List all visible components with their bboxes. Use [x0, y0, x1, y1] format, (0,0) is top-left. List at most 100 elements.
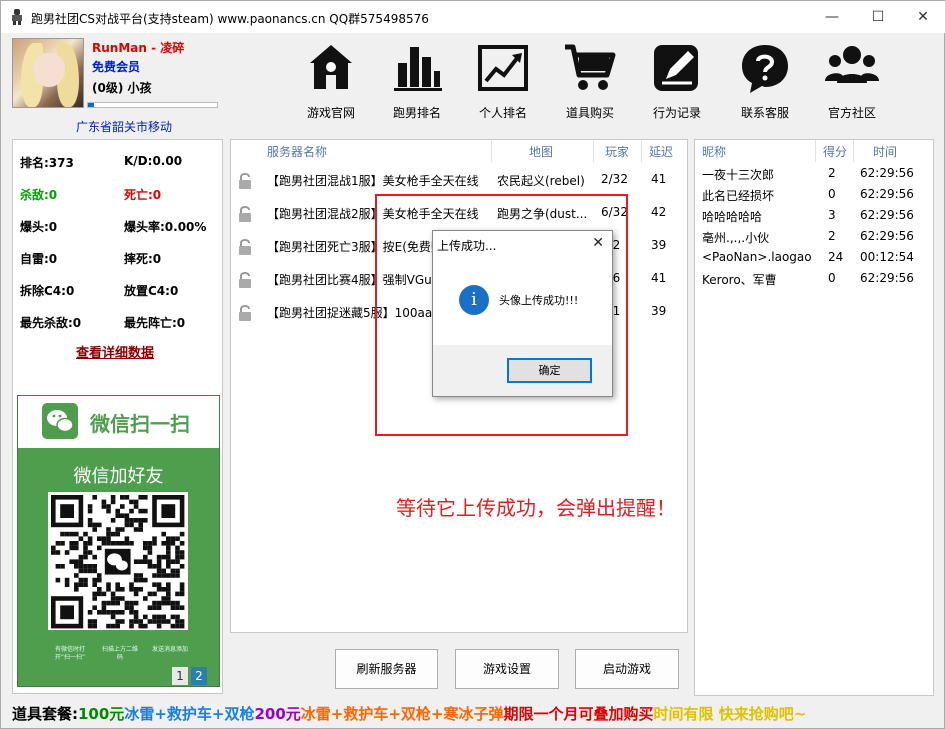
lock-icon — [239, 272, 251, 288]
player-nickname: <PaoNan>.laogao — [702, 250, 812, 264]
view-details-link[interactable]: 查看详细数据 — [76, 342, 154, 361]
stat-deaths: 死亡:0 — [124, 188, 162, 202]
dialog-ok-button[interactable]: 确定 — [507, 358, 592, 383]
server-name: 【跑男社团混战1服】美女枪手全天在线 — [267, 174, 479, 188]
player-nickname: 此名已经损坏 — [702, 189, 775, 203]
wechat-qr-card: 微信扫一扫 微信加好友 有微信时打开“扫一扫” 扫描上方二维码 发送消息添加 1… — [17, 395, 220, 687]
nav-label: 道具购买 — [565, 106, 614, 120]
info-icon: i — [459, 285, 489, 315]
app-icon — [12, 9, 22, 25]
dialog-close-button[interactable]: ✕ — [592, 235, 604, 251]
player-score: 0 — [828, 271, 836, 285]
close-button[interactable]: ✕ — [900, 1, 945, 33]
stat-kills: 杀敌:0 — [20, 188, 58, 202]
dialog-title: 上传成功... — [437, 239, 497, 253]
stat-rank: 排名:373 — [20, 156, 74, 170]
minimize-button[interactable]: — — [809, 1, 855, 33]
stats-panel: 排名:373 K/D:0.00 杀敌:0 死亡:0 爆头:0 爆头率:0.00%… — [12, 139, 223, 694]
nav-label: 跑男排名 — [392, 106, 441, 120]
player-score: 0 — [828, 187, 836, 201]
server-row[interactable]: 【跑男社团混战1服】美女枪手全天在线 农民起义(rebel) 2/32 41 — [231, 164, 687, 197]
player-score: 24 — [828, 250, 844, 264]
wechat-add-friend-label: 微信加好友 — [73, 466, 164, 487]
bar-chart-icon — [394, 47, 442, 91]
launch-game-button[interactable]: 启动游戏 — [575, 649, 679, 689]
promo-segment: 期限一个月可叠加购买 — [503, 705, 654, 723]
help-bubble-icon — [742, 45, 788, 93]
nav-item-shop[interactable]: 道具购买 — [550, 41, 630, 121]
nav-community[interactable]: 官方社区 — [812, 41, 892, 121]
nav-label: 个人排名 — [478, 106, 527, 120]
nav-runman-rank[interactable]: 跑男排名 — [377, 41, 457, 121]
col-header-server-name[interactable]: 服务器名称 — [267, 143, 327, 160]
game-settings-button[interactable]: 游戏设置 — [455, 649, 559, 689]
player-row[interactable]: Keroro、军曹 0 62:29:56 — [695, 268, 933, 289]
lock-icon — [239, 305, 251, 321]
stat-defuse: 拆除C4:0 — [20, 284, 75, 298]
col-header-players[interactable]: 玩家 — [605, 143, 629, 160]
refresh-servers-button[interactable]: 刷新服务器 — [335, 649, 438, 689]
nav-customer-service[interactable]: 联系客服 — [725, 41, 805, 121]
membership-label: 免费会员 — [92, 60, 141, 74]
col-header-score[interactable]: 得分 — [823, 143, 847, 160]
player-score: 3 — [828, 208, 836, 222]
nav-label: 联系客服 — [740, 106, 789, 120]
nav-label: 游戏官网 — [306, 106, 355, 120]
server-players: 2/32 — [601, 172, 628, 186]
promo-banner: 道具套餐:100元冰雷+救护车+双枪200元冰雷+救护车+双枪+寒冰子弹期限一个… — [12, 703, 806, 724]
player-row[interactable]: <PaoNan>.laogao 24 00:12:54 — [695, 247, 933, 268]
stat-fall: 摔死:0 — [124, 252, 162, 266]
player-time: 62:29:56 — [860, 229, 914, 243]
server-ping: 41 — [651, 271, 667, 285]
qr-page-2-button[interactable]: 2 — [191, 667, 207, 685]
stat-first-death: 最先阵亡:0 — [124, 316, 186, 330]
dialog-message: 头像上传成功!!! — [499, 294, 579, 307]
server-ping: 39 — [651, 304, 667, 318]
col-header-ping[interactable]: 延迟 — [649, 143, 673, 160]
user-location: 广东省韶关市移动 — [76, 120, 173, 134]
server-ping: 41 — [651, 172, 667, 186]
window-title: 跑男社团CS对战平台(支持steam) www.paonancs.cn QQ群5… — [31, 12, 429, 26]
player-time: 62:29:56 — [860, 208, 914, 222]
server-ping: 42 — [651, 205, 667, 219]
player-row[interactable]: 亳州.,.,.小伙 2 62:29:56 — [695, 226, 933, 247]
user-name: RunMan - 凌碎 — [92, 41, 185, 55]
nav-behavior-log[interactable]: 行为记录 — [637, 41, 717, 121]
player-time: 62:29:56 — [860, 271, 914, 285]
line-chart-icon — [478, 45, 528, 91]
col-header-nickname[interactable]: 昵称 — [702, 143, 726, 160]
community-icon — [825, 46, 879, 83]
qr-step-3: 发送消息添加 — [151, 646, 188, 653]
nav-personal-rank[interactable]: 个人排名 — [463, 41, 543, 121]
player-time: 62:29:56 — [860, 166, 914, 180]
maximize-button[interactable]: ☐ — [855, 1, 901, 33]
dialog-body: i 头像上传成功!!! — [433, 258, 612, 345]
player-score: 2 — [828, 229, 836, 243]
col-header-map[interactable]: 地图 — [529, 143, 553, 160]
avatar[interactable] — [12, 38, 84, 108]
lock-icon — [239, 173, 251, 189]
qr-step-2: 扫描上方二维码 — [101, 646, 138, 661]
player-time: 00:12:54 — [860, 250, 914, 264]
nav-website[interactable]: 游戏官网 — [291, 41, 371, 121]
player-row[interactable]: 一夜十三次郎 2 62:29:56 — [695, 163, 933, 184]
annotation-hint: 等待它上传成功，会弹出提醒！ — [396, 496, 676, 520]
promo-segment: 道具套餐: — [12, 705, 78, 723]
stat-kd: K/D:0.00 — [124, 154, 183, 168]
title-bar: 跑男社团CS对战平台(支持steam) www.paonancs.cn QQ群5… — [1, 1, 945, 33]
stat-headshots: 爆头:0 — [20, 220, 58, 234]
shopping-cart-icon — [565, 44, 616, 90]
player-row[interactable]: 此名已经损坏 0 62:29:56 — [695, 184, 933, 205]
player-row[interactable]: 哈哈哈哈哈 3 62:29:56 — [695, 205, 933, 226]
stat-grenade: 自雷:0 — [20, 252, 58, 266]
nav-label: 行为记录 — [652, 106, 701, 120]
player-list: 昵称 得分 时间 一夜十三次郎 2 62:29:56 此名已经损坏 0 62:29:56 哈… — [694, 139, 934, 696]
server-map: 农民起义(rebel) — [497, 174, 585, 188]
col-header-time[interactable]: 时间 — [873, 143, 897, 160]
promo-segment: 冰雷+救护车+双枪+寒冰子弹 — [300, 705, 504, 723]
upload-success-dialog: 上传成功... ✕ i 头像上传成功!!! 确定 — [432, 230, 613, 397]
edit-icon — [654, 45, 698, 91]
user-level: (0级) 小孩 — [92, 81, 152, 95]
nav-label: 官方社区 — [827, 106, 876, 120]
qr-page-1-button[interactable]: 1 — [172, 667, 188, 685]
